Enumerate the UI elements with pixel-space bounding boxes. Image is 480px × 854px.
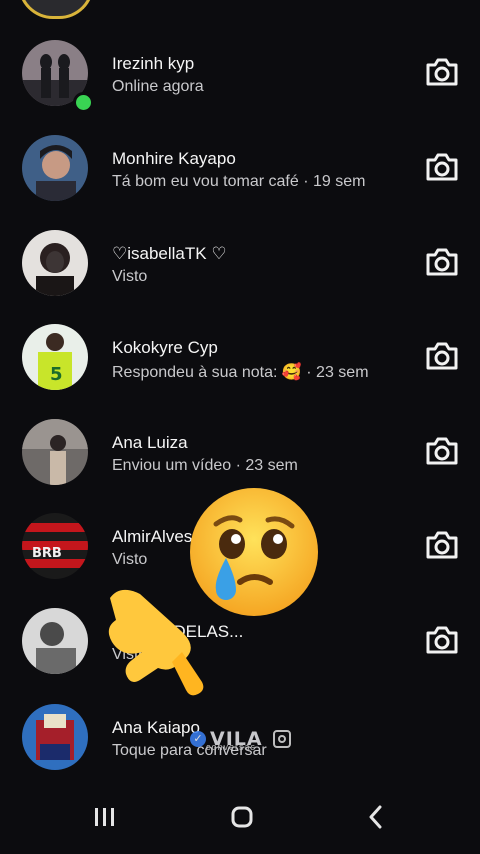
conversation-row[interactable]: Irezinh kyp Online agora [0, 26, 480, 120]
camera-icon[interactable] [424, 435, 460, 467]
message-preview: Visto [112, 551, 148, 568]
home-icon[interactable] [225, 802, 259, 832]
conversation-list: Irezinh kyp Online agora Monhire Kayapo … [0, 0, 480, 780]
system-navigation-bar [0, 780, 480, 854]
avatar[interactable] [22, 135, 88, 201]
conversation-row[interactable]: 5 Kokokyre Cyp Respondeu à sua nota: 🥰 ·… [0, 310, 480, 404]
avatar[interactable] [22, 419, 88, 485]
contact-name: Ana Luiza [112, 433, 188, 452]
avatar[interactable] [22, 608, 88, 674]
contact-name: Kokokyre Cyp [112, 338, 218, 357]
avatar[interactable] [18, 0, 94, 19]
svg-text:BRB: BRB [32, 546, 62, 561]
online-status-dot [73, 92, 94, 113]
message-preview: Respondeu à sua nota: 🥰 · 23 sem [112, 364, 369, 381]
message-preview: Online agora [112, 78, 204, 95]
camera-icon[interactable] [424, 340, 460, 372]
contact-name: Ana Kaiapo [112, 718, 200, 737]
message-preview: Visto [112, 268, 148, 285]
instagram-icon [272, 730, 291, 748]
back-icon[interactable] [360, 802, 394, 832]
camera-icon[interactable] [424, 246, 460, 278]
conversation-row[interactable]: ♡isabellaTK ♡ Visto [0, 216, 480, 310]
message-preview: Enviou um vídeo · 23 sem [112, 457, 298, 474]
avatar[interactable]: 5 [22, 324, 88, 390]
contact-name: Irezinh kyp [112, 54, 195, 73]
contact-name: AlmirAlves [112, 527, 193, 546]
watermark-subtext: conversas [206, 742, 257, 752]
avatar[interactable] [22, 230, 88, 296]
contact-name: ♡isabellaTK ♡ [112, 244, 227, 263]
recent-apps-icon[interactable] [88, 802, 122, 832]
camera-icon[interactable] [424, 56, 460, 88]
conversation-row[interactable]: Monhire Kayapo Tá bom eu vou tomar café … [0, 121, 480, 215]
avatar[interactable]: BRB [22, 513, 88, 579]
verified-icon: ✓ [190, 731, 206, 747]
avatar[interactable] [22, 704, 88, 770]
pointing-hand-emoji [96, 576, 208, 700]
camera-icon[interactable] [424, 151, 460, 183]
message-preview: Tá bom eu vou tomar café · 19 sem [112, 173, 366, 190]
contact-name: Monhire Kayapo [112, 149, 236, 168]
camera-icon[interactable] [424, 529, 460, 561]
svg-text:5: 5 [50, 364, 63, 385]
camera-icon[interactable] [424, 624, 460, 656]
